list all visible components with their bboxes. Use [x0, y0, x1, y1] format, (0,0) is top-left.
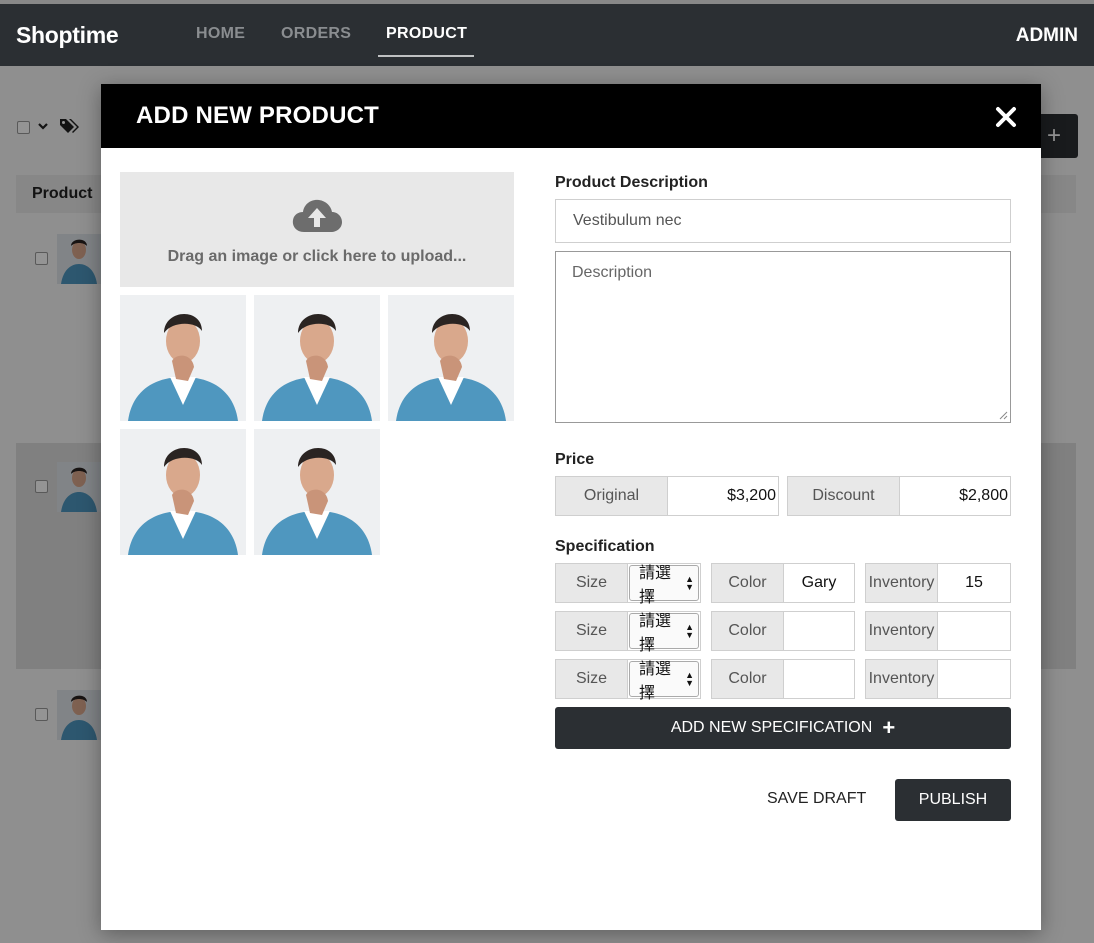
spec-size-select[interactable]: 請選擇 ▲ ▼ — [629, 613, 699, 654]
add-specification-label: ADD NEW SPECIFICATION — [670, 719, 873, 736]
select-arrows-icon: ▲ ▼ — [685, 622, 694, 640]
spec-color-group: Color Gary — [711, 563, 855, 603]
spec-color-addon: Color — [712, 612, 784, 650]
modal-title: ADD NEW PRODUCT — [136, 102, 379, 129]
original-price-group: Original $3,200 — [555, 476, 779, 516]
spec-color-input[interactable] — [784, 612, 854, 650]
spec-size-addon: Size — [556, 612, 628, 650]
description-label: Product Description — [555, 174, 708, 191]
description-textarea[interactable]: Description — [555, 251, 1011, 423]
description-placeholder: Description — [572, 264, 653, 281]
nav-product[interactable]: PRODUCT — [386, 25, 467, 43]
spec-size-value: 請選擇 — [639, 661, 672, 702]
spec-inventory-input[interactable]: 15 — [938, 564, 1010, 602]
spec-size-select[interactable]: 請選擇 ▲ ▼ — [629, 661, 699, 702]
add-specification-button[interactable]: ADD NEW SPECIFICATION + — [555, 707, 1011, 749]
product-photo[interactable] — [120, 429, 246, 555]
spec-color-addon: Color — [712, 660, 784, 698]
product-photo[interactable] — [120, 295, 246, 421]
close-icon[interactable] — [993, 101, 1019, 131]
cloud-upload-icon — [292, 199, 342, 232]
spec-size-value: 請選擇 — [639, 565, 672, 606]
publish-button[interactable]: PUBLISH — [895, 779, 1011, 821]
spec-color-input[interactable] — [784, 660, 854, 698]
select-arrows-icon: ▲ ▼ — [685, 670, 694, 688]
product-photo[interactable] — [254, 295, 380, 421]
image-upload-dropzone[interactable]: Drag an image or click here to upload... — [120, 172, 514, 287]
spec-size-addon: Size — [556, 564, 628, 602]
spec-color-group: Color — [711, 659, 855, 699]
price-label: Price — [555, 451, 595, 468]
select-arrows-icon: ▲ ▼ — [685, 574, 694, 592]
discount-price-group: Discount $2,800 — [787, 476, 1011, 516]
spec-size-group: Size 請選擇 ▲ ▼ — [555, 611, 701, 654]
nav-orders[interactable]: ORDERS — [281, 25, 351, 43]
spec-inventory-group: Inventory 15 — [865, 563, 1011, 603]
product-photo[interactable] — [254, 429, 380, 555]
save-draft-button[interactable]: SAVE DRAFT — [767, 790, 866, 808]
spec-inventory-addon: Inventory — [866, 660, 938, 698]
spec-inventory-group: Inventory — [865, 611, 1011, 651]
brand-logo[interactable]: Shoptime — [16, 22, 119, 49]
product-photo[interactable] — [388, 295, 514, 421]
original-price-addon: Original — [556, 477, 668, 515]
spec-inventory-addon: Inventory — [866, 612, 938, 650]
spec-color-group: Color — [711, 611, 855, 651]
spec-size-select[interactable]: 請選擇 ▲ ▼ — [629, 565, 699, 606]
plus-icon: + — [882, 715, 896, 740]
add-product-modal: ADD NEW PRODUCT Drag an image or click h… — [101, 84, 1041, 930]
spec-color-input[interactable]: Gary — [784, 564, 854, 602]
modal-header: ADD NEW PRODUCT — [101, 84, 1041, 148]
spec-size-addon: Size — [556, 660, 628, 698]
spec-color-addon: Color — [712, 564, 784, 602]
spec-inventory-input[interactable] — [938, 660, 1010, 698]
discount-price-input[interactable]: $2,800 — [900, 477, 1010, 515]
spec-size-value: 請選擇 — [639, 613, 672, 654]
specification-label: Specification — [555, 538, 655, 555]
user-menu[interactable]: ADMIN — [1016, 25, 1078, 47]
spec-size-group: Size 請選擇 ▲ ▼ — [555, 563, 701, 606]
nav-active-indicator — [378, 55, 474, 57]
discount-price-addon: Discount — [788, 477, 900, 515]
nav-home[interactable]: HOME — [196, 25, 245, 43]
spec-size-group: Size 請選擇 ▲ ▼ — [555, 659, 701, 702]
product-name-input[interactable]: Vestibulum nec — [555, 199, 1011, 243]
spec-inventory-addon: Inventory — [866, 564, 938, 602]
spec-inventory-group: Inventory — [865, 659, 1011, 699]
upload-instructions: Drag an image or click here to upload... — [167, 248, 467, 265]
spec-inventory-input[interactable] — [938, 612, 1010, 650]
resize-handle-icon[interactable] — [998, 410, 1008, 420]
top-navbar: Shoptime HOME ORDERS PRODUCT ADMIN — [0, 0, 1094, 66]
original-price-input[interactable]: $3,200 — [668, 477, 778, 515]
